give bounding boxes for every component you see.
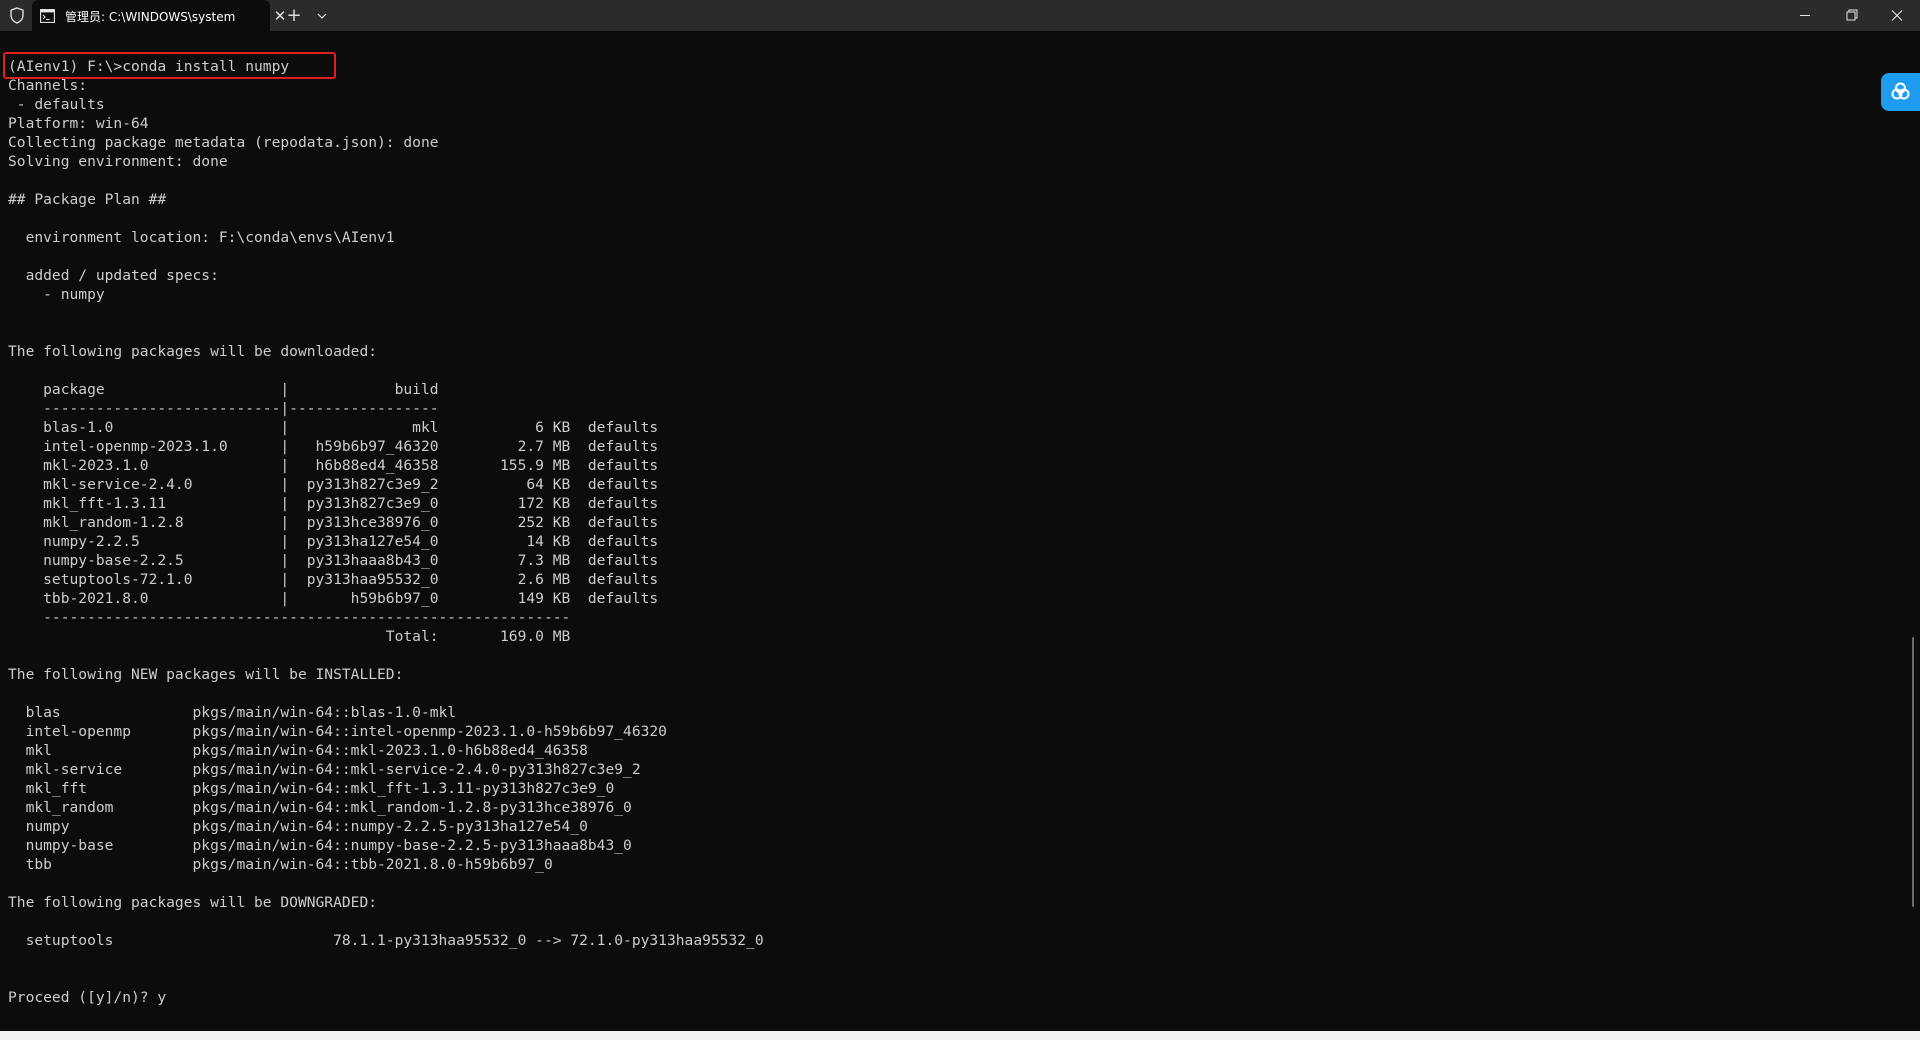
terminal-line: Collecting package metadata (repodata.js… [8, 134, 439, 151]
terminal-line: Channels: [8, 77, 88, 94]
terminal-line: Total: 169.0 MB [8, 628, 571, 645]
terminal-line: ----------------------------------------… [8, 609, 571, 626]
terminal-line: ---------------------------|------------… [8, 400, 439, 417]
terminal-line: mkl_random-1.2.8 | py313hce38976_0 252 K… [8, 514, 659, 531]
terminal-line: intel-openmp-2023.1.0 | h59b6b97_46320 2… [8, 438, 659, 455]
terminal-line: mkl_fft pkgs/main/win-64::mkl_fft-1.3.11… [8, 780, 615, 797]
terminal-line: blas-1.0 | mkl 6 KB defaults [8, 419, 659, 436]
restore-button[interactable] [1828, 0, 1874, 31]
terminal-line: intel-openmp pkgs/main/win-64::intel-ope… [8, 723, 667, 740]
command-line: (AIenv1) F:\>conda install numpy [8, 58, 290, 75]
terminal-line: The following packages will be DOWNGRADE… [8, 894, 378, 911]
terminal-line: package | build [8, 381, 439, 398]
terminal-line: tbb pkgs/main/win-64::tbb-2021.8.0-h59b6… [8, 856, 553, 873]
terminal-lines: (AIenv1) F:\>conda install numpy Channels… [8, 57, 764, 1007]
terminal-output[interactable]: (AIenv1) F:\>conda install numpy Channels… [0, 31, 1920, 1031]
title-bar: 管理员: C:\WINDOWS\system ✕ + [0, 0, 1920, 31]
assistant-button[interactable] [1881, 73, 1920, 111]
terminal-line: blas pkgs/main/win-64::blas-1.0-mkl [8, 704, 457, 721]
minimize-button[interactable] [1782, 0, 1828, 31]
terminal-line: Platform: win-64 [8, 115, 149, 132]
terminal-line: mkl-2023.1.0 | h6b88ed4_46358 155.9 MB d… [8, 457, 659, 474]
shield-icon [9, 7, 25, 24]
window-close-icon [1891, 10, 1903, 21]
tab-title: 管理员: C:\WINDOWS\system [65, 10, 236, 24]
terminal-line: The following packages will be downloade… [8, 343, 378, 360]
terminal-line: mkl-service pkgs/main/win-64::mkl-servic… [8, 761, 641, 778]
terminal-line: environment location: F:\conda\envs\AIen… [8, 229, 395, 246]
window-close-button[interactable] [1874, 0, 1920, 31]
restore-icon [1846, 9, 1858, 21]
terminal-line: ## Package Plan ## [8, 191, 167, 208]
terminal-line: mkl pkgs/main/win-64::mkl-2023.1.0-h6b88… [8, 742, 588, 759]
terminal-line: The following NEW packages will be INSTA… [8, 666, 404, 683]
terminal-line: numpy-base-2.2.5 | py313haaa8b43_0 7.3 M… [8, 552, 659, 569]
terminal-line: numpy-2.2.5 | py313ha127e54_0 14 KB defa… [8, 533, 659, 550]
terminal-line: setuptools 78.1.1-py313haa95532_0 --> 72… [8, 932, 764, 949]
terminal-line: tbb-2021.8.0 | h59b6b97_0 149 KB default… [8, 590, 659, 607]
terminal-line: Solving environment: done [8, 153, 228, 170]
terminal-line: numpy pkgs/main/win-64::numpy-2.2.5-py31… [8, 818, 588, 835]
terminal-line: setuptools-72.1.0 | py313haa95532_0 2.6 … [8, 571, 659, 588]
terminal-icon [40, 8, 55, 23]
terminal-line: Proceed ([y]/n)? y [8, 989, 167, 1006]
terminal-line: mkl-service-2.4.0 | py313h827c3e9_2 64 K… [8, 476, 659, 493]
terminal-line: mkl_fft-1.3.11 | py313h827c3e9_0 172 KB … [8, 495, 659, 512]
chevron-down-icon[interactable] [311, 5, 333, 27]
assistant-icon [1891, 82, 1910, 100]
bottom-strip [0, 1031, 1920, 1040]
tab-admin-cmd[interactable]: 管理员: C:\WINDOWS\system ✕ [32, 0, 286, 31]
scrollbar[interactable] [1912, 637, 1914, 907]
terminal-line: - defaults [8, 96, 105, 113]
terminal-line: - numpy [8, 286, 105, 303]
terminal-line: mkl_random pkgs/main/win-64::mkl_random-… [8, 799, 632, 816]
terminal-line: added / updated specs: [8, 267, 219, 284]
terminal-window: 管理员: C:\WINDOWS\system ✕ + (AIenv1) F:\>… [0, 0, 1920, 1040]
terminal-line: numpy-base pkgs/main/win-64::numpy-base-… [8, 837, 632, 854]
minimize-icon [1800, 15, 1810, 16]
new-tab-button[interactable]: + [283, 5, 305, 27]
